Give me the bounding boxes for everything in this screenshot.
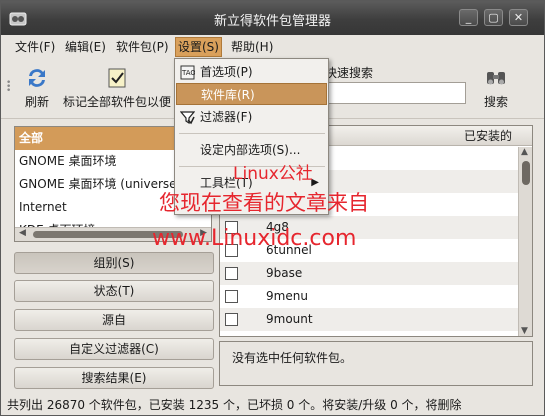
search-results-filter-button[interactable]: 搜索结果(E)	[14, 367, 214, 389]
preferences-icon: TAO	[180, 65, 195, 80]
close-button[interactable]: ✕	[509, 9, 528, 26]
refresh-icon	[29, 69, 45, 87]
watermark-line-3: www.Linuxidc.com	[152, 226, 357, 251]
svg-text:TAO: TAO	[181, 69, 195, 77]
menu-file[interactable]: 文件(F)	[13, 38, 57, 56]
package-table-vscrollbar[interactable]: ▲ ▼	[518, 147, 532, 336]
package-checkbox[interactable]	[225, 313, 238, 326]
search-label: 搜索	[484, 95, 509, 109]
mark-upgrades-icon	[108, 68, 126, 88]
status-bar: 共列出 26870 个软件包，已安装 1235 个，已坏损 0 个。将安装/升级…	[7, 398, 462, 412]
filter-icon	[180, 111, 195, 125]
package-name: 9base	[266, 266, 303, 280]
package-table-vscroll-thumb[interactable]	[522, 161, 530, 185]
package-checkbox[interactable]	[225, 267, 238, 280]
minimize-button[interactable]: _	[459, 9, 478, 26]
menu-settings[interactable]: 设置(S)	[175, 37, 222, 57]
refresh-label: 刷新	[25, 95, 50, 109]
app-window: 新立得软件包管理器 _ ▢ ✕ 文件(F) 编辑(E) 软件包(P) 设置(S)…	[0, 0, 545, 416]
package-checkbox[interactable]	[225, 290, 238, 303]
watermark-line-1: Linux公社	[233, 164, 313, 184]
menu-bar: 文件(F) 编辑(E) 软件包(P) 设置(S) 帮助(H)	[1, 35, 544, 58]
scroll-up-arrow-icon[interactable]: ▲	[521, 147, 528, 157]
refresh-button[interactable]: 刷新	[25, 66, 49, 110]
table-row[interactable]: 9menu	[220, 285, 518, 308]
search-button[interactable]: 搜索	[484, 66, 508, 110]
menu-item-label: 设定内部选项(S)...	[200, 143, 301, 157]
menu-item-filters[interactable]: 过滤器(F)	[176, 106, 327, 128]
toolbar-grip[interactable]: • • •	[6, 79, 12, 96]
menu-package[interactable]: 软件包(P)	[114, 38, 171, 56]
menu-item-label: 首选项(P)	[200, 65, 253, 79]
menu-edit[interactable]: 编辑(E)	[63, 38, 108, 56]
menu-item-repositories[interactable]: 软件库(R)	[176, 83, 327, 105]
watermark-line-2: 您现在查看的文章来自	[159, 191, 369, 215]
table-row[interactable]: 9mount	[220, 308, 518, 331]
quick-search-label: 快速搜索	[325, 66, 374, 80]
description-text: 没有选中任何软件包。	[232, 351, 353, 365]
mark-all-label: 标记全部软件包以便	[63, 95, 172, 109]
menu-item-preferences[interactable]: TAO 首选项(P)	[176, 61, 327, 83]
scroll-left-arrow-icon[interactable]: ◀	[19, 228, 26, 238]
menu-item-label: 过滤器(F)	[200, 110, 253, 124]
maximize-button[interactable]: ▢	[484, 9, 503, 26]
package-name: 9mount	[266, 312, 313, 326]
menu-item-label: 软件库(R)	[201, 88, 255, 102]
column-header-installed[interactable]: 已安装的	[460, 126, 532, 146]
description-pane: 没有选中任何软件包。	[219, 341, 533, 386]
origin-filter-button[interactable]: 源自	[14, 309, 214, 331]
scroll-down-arrow-icon[interactable]: ▼	[521, 326, 528, 336]
menu-item-internal-options[interactable]: 设定内部选项(S)...	[176, 139, 327, 161]
menu-separator	[179, 133, 325, 134]
package-name: 9menu	[266, 289, 308, 303]
menu-help[interactable]: 帮助(H)	[229, 38, 275, 56]
quick-search-input[interactable]	[325, 82, 466, 104]
table-row[interactable]: 9base	[220, 262, 518, 285]
mark-all-upgrades-button[interactable]: 标记全部软件包以便	[63, 66, 171, 110]
custom-filter-button[interactable]: 自定义过滤器(C)	[14, 338, 214, 360]
sections-filter-button[interactable]: 组别(S)	[14, 252, 214, 274]
binoculars-icon	[487, 72, 505, 85]
title-bar[interactable]: 新立得软件包管理器 _ ▢ ✕	[1, 1, 544, 35]
status-filter-button[interactable]: 状态(T)	[14, 280, 214, 302]
